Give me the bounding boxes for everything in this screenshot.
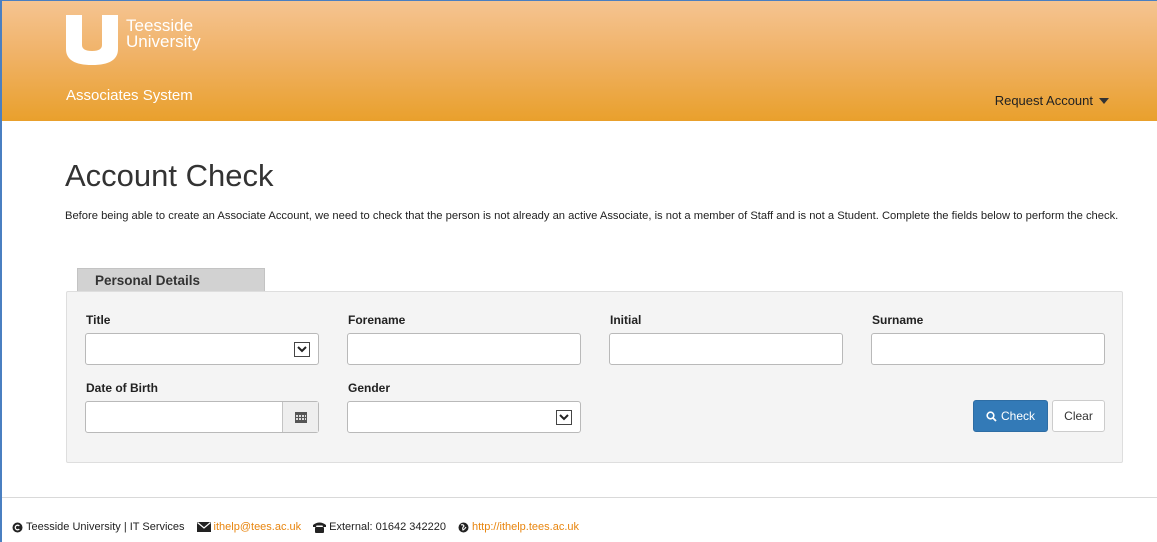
gender-label: Gender	[348, 381, 391, 395]
forename-input[interactable]	[347, 333, 581, 365]
chevron-down-icon[interactable]	[294, 342, 310, 357]
phone-icon	[313, 522, 327, 533]
intro-text: Before being able to create an Associate…	[65, 210, 1119, 222]
footer-copyright: Teesside University | IT Services	[12, 521, 185, 533]
chevron-down-icon[interactable]	[556, 410, 572, 425]
site-footer: Teesside University | IT Services ithelp…	[12, 521, 591, 533]
site-header: Teesside University Associates System Re…	[2, 1, 1157, 121]
search-icon	[986, 410, 997, 422]
initial-label: Initial	[610, 313, 642, 327]
university-logo[interactable]: Teesside University	[64, 15, 204, 65]
clear-button[interactable]: Clear	[1052, 400, 1105, 432]
page-title: Account Check	[65, 158, 274, 193]
footer-phone: External: 01642 342220	[313, 521, 446, 533]
check-button-label: Check	[1000, 409, 1035, 423]
logo-text: Teesside University	[126, 17, 201, 51]
copyright-text: Teesside University | IT Services	[26, 521, 185, 533]
forename-label: Forename	[348, 313, 406, 327]
gender-select[interactable]	[347, 401, 581, 433]
email-icon	[196, 522, 211, 532]
title-label: Title	[86, 313, 111, 327]
clear-button-label: Clear	[1064, 409, 1093, 423]
website-link[interactable]: http://ithelp.tees.ac.uk	[472, 521, 579, 533]
university-logo-icon	[66, 15, 118, 65]
date-of-birth-label: Date of Birth	[86, 381, 158, 395]
copyright-icon	[12, 522, 23, 532]
initial-input[interactable]	[609, 333, 843, 365]
request-account-menu[interactable]: Request Account	[995, 93, 1109, 108]
check-button[interactable]: Check	[973, 400, 1048, 432]
footer-website: http://ithelp.tees.ac.uk	[458, 521, 579, 533]
footer-divider	[2, 497, 1157, 498]
phone-text: External: 01642 342220	[329, 521, 446, 533]
system-name: Associates System	[66, 87, 193, 104]
surname-label: Surname	[872, 313, 924, 327]
globe-icon	[458, 522, 469, 532]
request-account-label: Request Account	[994, 93, 1093, 108]
calendar-icon[interactable]	[282, 402, 318, 432]
caret-down-icon	[1099, 97, 1109, 104]
tab-personal-details: Personal Details	[77, 268, 265, 291]
email-link[interactable]: ithelp@tees.ac.uk	[214, 521, 302, 533]
title-select[interactable]	[85, 333, 319, 365]
date-of-birth-input[interactable]	[85, 401, 319, 433]
personal-details-panel: Title Forename Initial Surname Date of B…	[66, 291, 1123, 463]
logo-line2: University	[126, 32, 201, 51]
footer-email: ithelp@tees.ac.uk	[196, 521, 302, 533]
surname-input[interactable]	[871, 333, 1105, 365]
